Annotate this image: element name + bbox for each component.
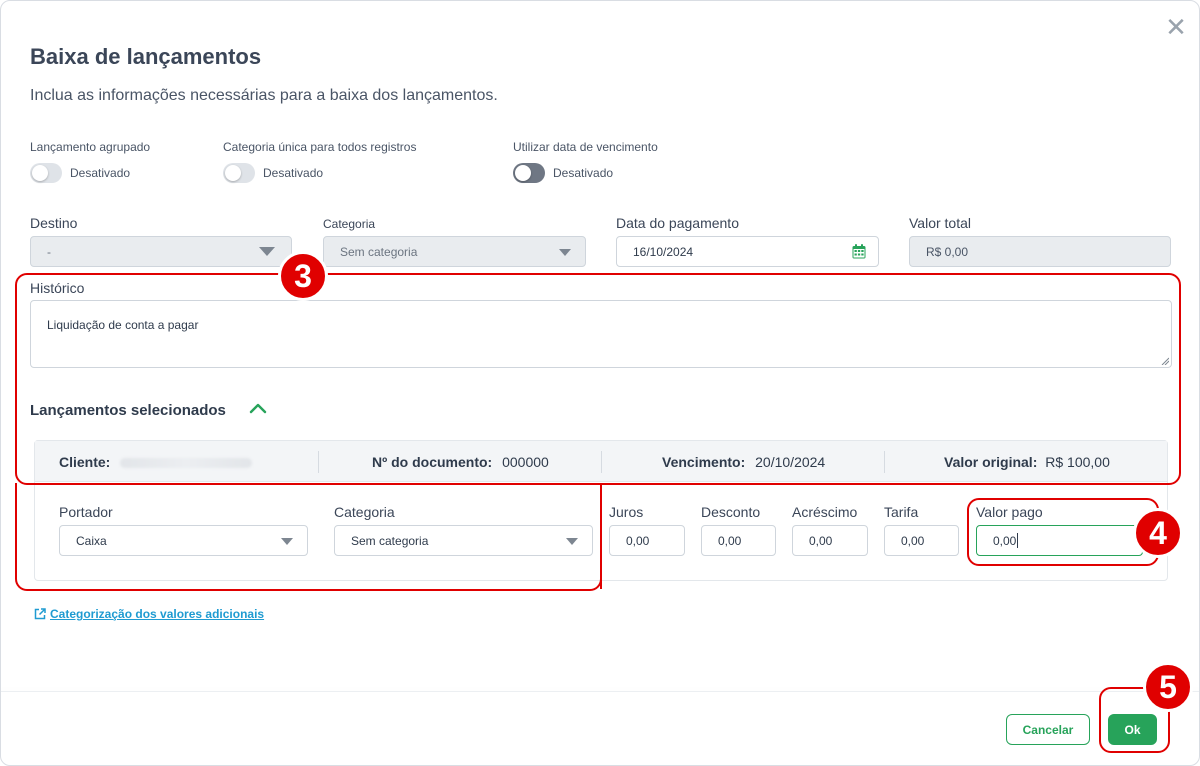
categoria-value: Sem categoria bbox=[340, 244, 418, 259]
documento-cell: Nº do documento: 000000 bbox=[372, 454, 549, 470]
chevron-down-icon bbox=[566, 538, 578, 545]
valor-total-value: R$ 0,00 bbox=[926, 244, 969, 259]
toggle-lancamento-agrupado: Lançamento agrupado Desativado bbox=[30, 140, 150, 183]
step-badge-4: 4 bbox=[1133, 508, 1183, 558]
historico-value: Liquidação de conta a pagar bbox=[47, 318, 199, 332]
destino-select[interactable]: - bbox=[30, 236, 292, 267]
vencimento-value: 20/10/2024 bbox=[755, 454, 826, 470]
calendar-icon[interactable] bbox=[852, 244, 866, 259]
valor-pago-input[interactable]: 0,00 bbox=[976, 525, 1143, 556]
cliente-cell: Cliente: bbox=[59, 454, 253, 470]
data-pagamento-input[interactable]: 16/10/2024 bbox=[616, 236, 879, 267]
tarifa-value: 0,00 bbox=[901, 533, 925, 548]
cliente-label: Cliente: bbox=[59, 454, 111, 470]
lancamentos-title: Lançamentos selecionados bbox=[30, 402, 226, 419]
historico-textarea[interactable]: Liquidação de conta a pagar bbox=[30, 300, 1172, 368]
acrescimo-input[interactable]: 0,00 bbox=[792, 525, 868, 556]
resize-handle-icon[interactable] bbox=[1161, 357, 1169, 365]
desconto-value: 0,00 bbox=[718, 533, 742, 548]
close-icon[interactable]: ✕ bbox=[1164, 14, 1188, 40]
tarifa-label: Tarifa bbox=[884, 504, 919, 520]
ok-button[interactable]: Ok bbox=[1108, 714, 1157, 745]
baixa-modal: ✕ Baixa de lançamentos Inclua as informa… bbox=[0, 0, 1200, 766]
historico-label: Histórico bbox=[30, 280, 85, 296]
valor-original-value: R$ 100,00 bbox=[1045, 454, 1110, 470]
toggle-switch[interactable] bbox=[513, 163, 545, 183]
toggle-state: Desativado bbox=[263, 166, 324, 180]
toggle-label: Utilizar data de vencimento bbox=[513, 140, 658, 154]
desconto-input[interactable]: 0,00 bbox=[701, 525, 776, 556]
modal-subtitle: Inclua as informações necessárias para a… bbox=[30, 87, 498, 104]
lancamento-header: Cliente: Nº do documento: 000000 Vencime… bbox=[35, 441, 1167, 482]
toggle-data-vencimento: Utilizar data de vencimento Desativado bbox=[513, 140, 658, 183]
valor-total-field: R$ 0,00 bbox=[909, 236, 1171, 267]
toggle-switch[interactable] bbox=[30, 163, 62, 183]
acrescimo-value: 0,00 bbox=[809, 533, 833, 548]
valor-pago-label: Valor pago bbox=[976, 504, 1043, 520]
vencimento-label: Vencimento: bbox=[662, 454, 746, 470]
desconto-label: Desconto bbox=[701, 504, 761, 520]
categorizacao-link[interactable]: Categorização dos valores adicionais bbox=[34, 607, 264, 621]
juros-input[interactable]: 0,00 bbox=[609, 525, 685, 556]
destino-label: Destino bbox=[30, 215, 78, 231]
chevron-down-icon bbox=[559, 249, 571, 256]
portador-value: Caixa bbox=[76, 533, 107, 548]
step-badge-5: 5 bbox=[1143, 662, 1193, 712]
toggle-label: Categoria única para todos registros bbox=[223, 140, 417, 154]
row-categoria-label: Categoria bbox=[334, 504, 395, 520]
row-categoria-select[interactable]: Sem categoria bbox=[334, 525, 593, 556]
chevron-down-icon bbox=[281, 538, 293, 545]
cancel-button[interactable]: Cancelar bbox=[1006, 714, 1090, 745]
juros-label: Juros bbox=[609, 504, 644, 520]
step-badge-3: 3 bbox=[278, 251, 328, 301]
toggle-state: Desativado bbox=[553, 166, 614, 180]
external-link-icon bbox=[34, 608, 46, 620]
portador-select[interactable]: Caixa bbox=[59, 525, 308, 556]
data-pagamento-label: Data do pagamento bbox=[616, 215, 739, 231]
categoria-select[interactable]: Sem categoria bbox=[323, 236, 586, 267]
juros-value: 0,00 bbox=[626, 533, 650, 548]
destino-value: - bbox=[47, 244, 51, 259]
documento-value: 000000 bbox=[502, 454, 549, 470]
toggle-categoria-unica: Categoria única para todos registros Des… bbox=[223, 140, 416, 183]
text-cursor bbox=[1017, 533, 1019, 548]
data-pagamento-value: 16/10/2024 bbox=[633, 244, 694, 259]
valor-original-label: Valor original: bbox=[944, 454, 1038, 470]
footer-divider bbox=[1, 691, 1199, 692]
portador-label: Portador bbox=[59, 504, 113, 520]
cliente-name-blurred bbox=[120, 458, 253, 469]
valor-original-cell: Valor original: R$ 100,00 bbox=[944, 454, 1110, 470]
documento-label: Nº do documento: bbox=[372, 454, 493, 470]
toggle-label: Lançamento agrupado bbox=[30, 140, 151, 154]
chevron-down-icon bbox=[259, 247, 275, 256]
valor-pago-value: 0,00 bbox=[993, 533, 1017, 548]
valor-total-label: Valor total bbox=[909, 215, 971, 231]
toggle-state: Desativado bbox=[70, 166, 131, 180]
chevron-up-icon[interactable] bbox=[249, 401, 267, 415]
acrescimo-label: Acréscimo bbox=[792, 504, 858, 520]
row-categoria-value: Sem categoria bbox=[351, 533, 429, 548]
categorizacao-link-label: Categorização dos valores adicionais bbox=[50, 607, 265, 621]
categoria-label: Categoria bbox=[323, 217, 376, 231]
vencimento-cell: Vencimento: 20/10/2024 bbox=[662, 454, 825, 470]
toggle-switch[interactable] bbox=[223, 163, 255, 183]
tarifa-input[interactable]: 0,00 bbox=[884, 525, 959, 556]
modal-title: Baixa de lançamentos bbox=[30, 44, 262, 69]
